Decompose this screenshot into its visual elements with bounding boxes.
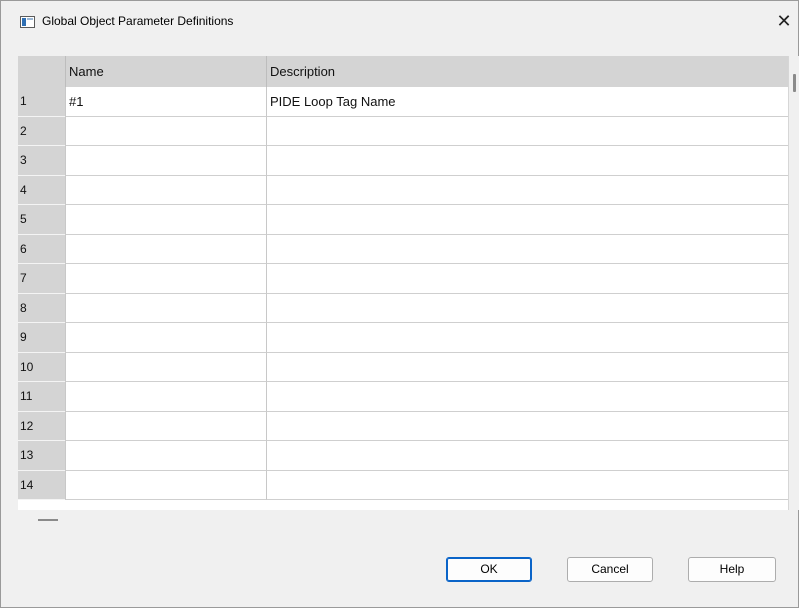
ok-button[interactable]: OK <box>446 557 532 582</box>
name-cell[interactable] <box>65 411 266 441</box>
name-cell[interactable] <box>65 146 266 176</box>
table-row: 11 <box>18 382 788 412</box>
column-header-description[interactable]: Description <box>266 56 788 87</box>
description-cell[interactable] <box>266 470 788 500</box>
name-cell[interactable] <box>65 441 266 471</box>
table-row: 13 <box>18 441 788 471</box>
description-cell[interactable] <box>266 352 788 382</box>
dialog-title: Global Object Parameter Definitions <box>42 14 234 28</box>
description-cell[interactable] <box>266 264 788 294</box>
table-row: 2 <box>18 116 788 146</box>
description-cell[interactable] <box>266 323 788 353</box>
table-row: 10 <box>18 352 788 382</box>
row-header[interactable]: 7 <box>18 264 65 294</box>
dialog-window-icon <box>20 16 35 28</box>
name-cell[interactable] <box>65 234 266 264</box>
dialog-window: Global Object Parameter Definitions ✕ Na… <box>0 0 799 608</box>
row-header[interactable]: 13 <box>18 441 65 471</box>
table-row: 14 <box>18 470 788 500</box>
column-header-name[interactable]: Name <box>65 56 266 87</box>
grid-corner-header[interactable] <box>18 56 65 87</box>
name-cell[interactable] <box>65 470 266 500</box>
row-header[interactable]: 8 <box>18 293 65 323</box>
description-cell[interactable]: PIDE Loop Tag Name <box>266 87 788 117</box>
description-cell[interactable] <box>266 116 788 146</box>
name-cell[interactable] <box>65 205 266 235</box>
description-cell[interactable] <box>266 441 788 471</box>
vertical-scrollbar[interactable] <box>790 56 799 510</box>
description-cell[interactable] <box>266 411 788 441</box>
name-cell[interactable] <box>65 175 266 205</box>
table-row: 6 <box>18 234 788 264</box>
description-cell[interactable] <box>266 234 788 264</box>
cancel-button[interactable]: Cancel <box>567 557 653 582</box>
row-header[interactable]: 1 <box>18 87 65 117</box>
row-header[interactable]: 11 <box>18 382 65 412</box>
row-header[interactable]: 4 <box>18 175 65 205</box>
description-cell[interactable] <box>266 293 788 323</box>
row-header[interactable]: 5 <box>18 205 65 235</box>
name-cell[interactable] <box>65 323 266 353</box>
help-button[interactable]: Help <box>688 557 776 582</box>
name-cell[interactable] <box>65 116 266 146</box>
table-row: 3 <box>18 146 788 176</box>
table-row: 1 #1 PIDE Loop Tag Name <box>18 87 788 117</box>
name-cell[interactable] <box>65 293 266 323</box>
table-row: 9 <box>18 323 788 353</box>
row-header[interactable]: 12 <box>18 411 65 441</box>
row-header[interactable]: 14 <box>18 470 65 500</box>
table-row: 12 <box>18 411 788 441</box>
row-header[interactable]: 9 <box>18 323 65 353</box>
description-cell[interactable] <box>266 382 788 412</box>
name-cell[interactable] <box>65 264 266 294</box>
description-cell[interactable] <box>266 205 788 235</box>
table-row: 4 <box>18 175 788 205</box>
row-header[interactable]: 3 <box>18 146 65 176</box>
table-row: 8 <box>18 293 788 323</box>
name-cell[interactable] <box>65 382 266 412</box>
row-header[interactable]: 6 <box>18 234 65 264</box>
vertical-scrollbar-thumb[interactable] <box>793 74 796 92</box>
name-cell[interactable] <box>65 352 266 382</box>
table-row: 7 <box>18 264 788 294</box>
table-row: 5 <box>18 205 788 235</box>
title-bar: Global Object Parameter Definitions ✕ <box>1 1 798 41</box>
parameter-grid: Name Description 1 #1 PIDE Loop Tag Name 2 3… <box>18 56 789 510</box>
horizontal-scrollbar-thumb[interactable] <box>38 519 58 521</box>
row-header[interactable]: 10 <box>18 352 65 382</box>
close-button[interactable]: ✕ <box>772 9 796 33</box>
description-cell[interactable] <box>266 146 788 176</box>
grid-header-row: Name Description <box>18 56 788 87</box>
name-cell[interactable]: #1 <box>65 87 266 117</box>
description-cell[interactable] <box>266 175 788 205</box>
row-header[interactable]: 2 <box>18 116 65 146</box>
